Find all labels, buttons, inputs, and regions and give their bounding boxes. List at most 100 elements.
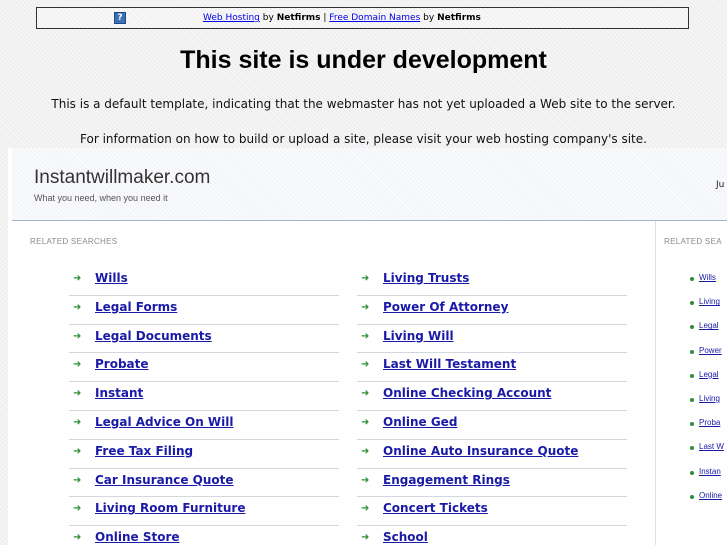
site-tagline: What you need, when you need it <box>34 193 168 203</box>
netfirms-brand-2: Netfirms <box>437 13 481 23</box>
by-text-2: by <box>423 13 435 23</box>
related-link[interactable]: Free Tax Filing <box>95 444 193 458</box>
sidebar-item[interactable]: Online <box>688 491 727 515</box>
list-item[interactable]: ➜ Car Insurance Quote <box>69 469 339 498</box>
list-item[interactable]: ➜ Living Room Furniture <box>69 497 339 527</box>
bullet-icon <box>690 470 694 475</box>
sidebar-link[interactable]: Power <box>699 346 722 355</box>
list-item[interactable]: ➜ Concert Tickets <box>357 497 627 527</box>
list-item[interactable]: ➜ Online Ged <box>357 411 627 440</box>
question-icon[interactable]: ? <box>114 12 126 24</box>
related-link[interactable]: Power Of Attorney <box>383 300 508 314</box>
sidebar-link[interactable]: Last W <box>699 442 724 451</box>
related-link[interactable]: Online Checking Account <box>383 386 551 400</box>
sidebar-item[interactable]: Living <box>688 297 727 321</box>
sidebar-link[interactable]: Legal <box>699 321 719 330</box>
sidebar-link[interactable]: Legal <box>699 370 719 379</box>
arrow-icon: ➜ <box>73 388 82 400</box>
sidebar-link[interactable]: Online <box>699 491 722 500</box>
sidebar-item[interactable]: Last W <box>688 442 727 466</box>
arrow-icon: ➜ <box>361 359 370 371</box>
list-item[interactable]: ➜ Power Of Attorney <box>357 296 627 325</box>
list-item[interactable]: ➜ Online Store <box>69 526 339 545</box>
list-item[interactable]: ➜ Living Will <box>357 325 627 354</box>
bullet-icon <box>690 301 694 306</box>
arrow-icon: ➜ <box>361 330 370 342</box>
related-link[interactable]: Legal Forms <box>95 300 177 314</box>
arrow-icon: ➜ <box>73 301 82 313</box>
related-links-column-a: ➜ Wills ➜ Legal Forms ➜ Legal Documents ➜ Pr… <box>69 267 339 545</box>
netfirms-brand-1: Netfirms <box>276 13 321 23</box>
sidebar-link[interactable]: Proba <box>699 418 720 427</box>
by-text-1: by <box>262 13 274 23</box>
bullet-icon <box>690 325 694 330</box>
default-template-message: This is a default template, indicating t… <box>51 97 676 111</box>
list-item[interactable]: ➜ Legal Forms <box>69 296 339 325</box>
related-link[interactable]: Living Room Furniture <box>95 501 245 515</box>
related-link[interactable]: Living Trusts <box>383 271 469 285</box>
related-link[interactable]: Instant <box>95 386 143 400</box>
related-link[interactable]: Car Insurance Quote <box>95 473 234 487</box>
related-link[interactable]: Online Ged <box>383 415 457 429</box>
related-links-column-b: ➜ Living Trusts ➜ Power Of Attorney ➜ Livin… <box>357 267 627 545</box>
related-link[interactable]: Last Will Testament <box>383 357 516 371</box>
arrow-icon: ➜ <box>73 330 82 342</box>
date-fragment: Ju <box>716 180 725 190</box>
sidebar-item[interactable]: Instan <box>688 467 727 491</box>
web-hosting-link[interactable]: Web Hosting <box>203 13 260 23</box>
arrow-icon: ➜ <box>73 273 82 284</box>
related-link[interactable]: Online Auto Insurance Quote <box>383 444 578 458</box>
sidebar-link[interactable]: Wills <box>699 273 716 282</box>
sidebar-link[interactable]: Instan <box>699 467 721 476</box>
list-item[interactable]: ➜ Online Checking Account <box>357 382 627 411</box>
bullet-icon <box>690 373 694 378</box>
related-link[interactable]: Online Store <box>95 530 180 544</box>
page-headline: This site is under development <box>180 46 547 74</box>
bullet-icon <box>690 277 694 281</box>
arrow-icon: ➜ <box>361 474 370 486</box>
related-link[interactable]: Living Will <box>383 329 454 343</box>
sidebar-item[interactable]: Living <box>688 394 727 418</box>
related-searches-label: RELATED SEARCHES <box>30 237 118 246</box>
related-link[interactable]: Concert Tickets <box>383 501 488 515</box>
parked-site-frame: Instantwillmaker.com What you need, when… <box>8 148 727 545</box>
list-item[interactable]: ➜ Wills <box>69 267 339 296</box>
related-link[interactable]: Probate <box>95 357 149 371</box>
list-item[interactable]: ➜ Probate <box>69 353 339 383</box>
list-item[interactable]: ➜ Instant <box>69 382 339 411</box>
related-link[interactable]: Legal Advice On Will <box>95 415 234 429</box>
arrow-icon: ➜ <box>73 532 82 544</box>
bullet-icon <box>690 349 694 354</box>
related-link[interactable]: School <box>383 530 428 544</box>
main-column: RELATED SEARCHES ➜ Wills ➜ Legal Forms ➜ Le… <box>12 221 656 545</box>
related-link[interactable]: Engagement Rings <box>383 473 510 487</box>
sidebar-link[interactable]: Living <box>699 394 720 403</box>
sidebar-item[interactable]: Power <box>688 346 727 370</box>
sidebar-links: Wills Living Legal Power Legal Living Pr… <box>688 273 727 515</box>
list-item[interactable]: ➜ School <box>357 526 627 545</box>
sidebar-item[interactable]: Proba <box>688 418 727 442</box>
hosting-info-message: For information on how to build or uploa… <box>80 132 647 146</box>
notice-bar: ? Web Hosting by Netfirms | Free Domain … <box>36 7 689 29</box>
sidebar-item[interactable]: Legal <box>688 370 727 394</box>
list-item[interactable]: ➜ Online Auto Insurance Quote <box>357 440 627 469</box>
related-link[interactable]: Wills <box>95 271 128 285</box>
related-link[interactable]: Legal Documents <box>95 329 212 343</box>
free-domain-names-link[interactable]: Free Domain Names <box>329 13 420 23</box>
list-item[interactable]: ➜ Legal Documents <box>69 325 339 354</box>
list-item[interactable]: ➜ Living Trusts <box>357 267 627 296</box>
list-item[interactable]: ➜ Free Tax Filing <box>69 440 339 469</box>
separator: | <box>323 13 327 23</box>
sidebar-link[interactable]: Living <box>699 297 720 306</box>
sidebar-item[interactable]: Legal <box>688 321 727 345</box>
list-item[interactable]: ➜ Legal Advice On Will <box>69 411 339 440</box>
sidebar-item[interactable]: Wills <box>688 273 727 297</box>
arrow-icon: ➜ <box>361 445 370 457</box>
arrow-icon: ➜ <box>361 416 370 428</box>
arrow-icon: ➜ <box>361 273 370 284</box>
list-item[interactable]: ➜ Engagement Rings <box>357 469 627 498</box>
arrow-icon: ➜ <box>361 301 370 313</box>
bullet-icon <box>690 446 694 451</box>
list-item[interactable]: ➜ Last Will Testament <box>357 353 627 383</box>
site-title[interactable]: Instantwillmaker.com <box>34 167 210 189</box>
